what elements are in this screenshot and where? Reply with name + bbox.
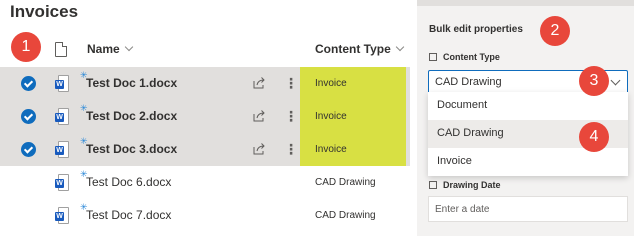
bulk-edit-panel: Bulk edit properties Content Type CAD Dr…: [417, 0, 634, 236]
library-title: Invoices: [10, 2, 79, 21]
table-row[interactable]: W ✳ Test Doc 3.docx ⋮ Invoice: [0, 133, 410, 166]
table-row[interactable]: W ✳ Test Doc 6.docx CAD Drawing: [0, 166, 410, 199]
more-vertical-icon[interactable]: ⋮: [284, 107, 298, 125]
content-type-column-header[interactable]: Content Type: [315, 42, 405, 56]
file-name-link[interactable]: Test Doc 2.docx: [86, 109, 177, 123]
callout-2: 2: [540, 16, 570, 46]
panel-divider: [417, 0, 634, 6]
calendar-icon: [429, 181, 437, 189]
word-document-icon: W: [55, 174, 69, 191]
file-type-column-icon[interactable]: [55, 42, 67, 57]
drawing-date-field[interactable]: Enter a date: [428, 196, 628, 222]
chevron-down-icon: [124, 42, 133, 52]
option-document[interactable]: Document: [428, 92, 628, 120]
more-vertical-icon[interactable]: ⋮: [284, 140, 298, 158]
checkmark-circle-icon[interactable]: [21, 142, 36, 157]
content-type-cell: Invoice: [300, 100, 406, 133]
document-library: Invoices Name Content Type W ✳ Test Doc …: [0, 0, 410, 236]
share-icon[interactable]: [252, 109, 266, 123]
content-type-cell: CAD Drawing: [315, 210, 376, 221]
file-name-link[interactable]: Test Doc 1.docx: [86, 76, 177, 90]
name-column-header[interactable]: Name: [87, 42, 133, 56]
file-name-link[interactable]: Test Doc 7.docx: [86, 208, 171, 222]
checkmark-circle-icon[interactable]: [21, 109, 36, 124]
table-row[interactable]: W ✳ Test Doc 7.docx CAD Drawing: [0, 199, 410, 232]
option-invoice[interactable]: Invoice: [428, 148, 628, 176]
panel-title: Bulk edit properties: [429, 24, 523, 35]
callout-1: 1: [11, 32, 41, 62]
word-document-icon: W: [55, 108, 69, 125]
callout-4: 4: [579, 122, 609, 152]
table-row[interactable]: W ✳ Test Doc 1.docx ⋮ Invoice: [0, 67, 410, 100]
more-vertical-icon[interactable]: ⋮: [284, 74, 298, 92]
content-type-icon: [429, 53, 437, 61]
table-row[interactable]: W ✳ Test Doc 2.docx ⋮ Invoice: [0, 100, 410, 133]
word-document-icon: W: [55, 141, 69, 158]
checkmark-circle-icon[interactable]: [21, 76, 36, 91]
chevron-down-icon: [395, 42, 405, 52]
content-type-label: Content Type: [429, 52, 500, 62]
file-name-link[interactable]: Test Doc 3.docx: [86, 142, 177, 156]
file-name-link[interactable]: Test Doc 6.docx: [86, 175, 171, 189]
content-type-cell: CAD Drawing: [315, 177, 376, 188]
drawing-date-placeholder: Enter a date: [435, 204, 490, 215]
content-type-cell: Invoice: [300, 67, 406, 100]
word-document-icon: W: [55, 207, 69, 224]
chevron-down-icon[interactable]: [610, 75, 621, 86]
content-type-selected-value: CAD Drawing: [435, 76, 502, 88]
share-icon[interactable]: [252, 76, 266, 90]
callout-3: 3: [579, 66, 609, 96]
drawing-date-label: Drawing Date: [429, 180, 501, 190]
content-type-cell: Invoice: [300, 133, 406, 166]
word-document-icon: W: [55, 75, 69, 92]
column-header-row: Name Content Type: [0, 32, 410, 68]
share-icon[interactable]: [252, 142, 266, 156]
